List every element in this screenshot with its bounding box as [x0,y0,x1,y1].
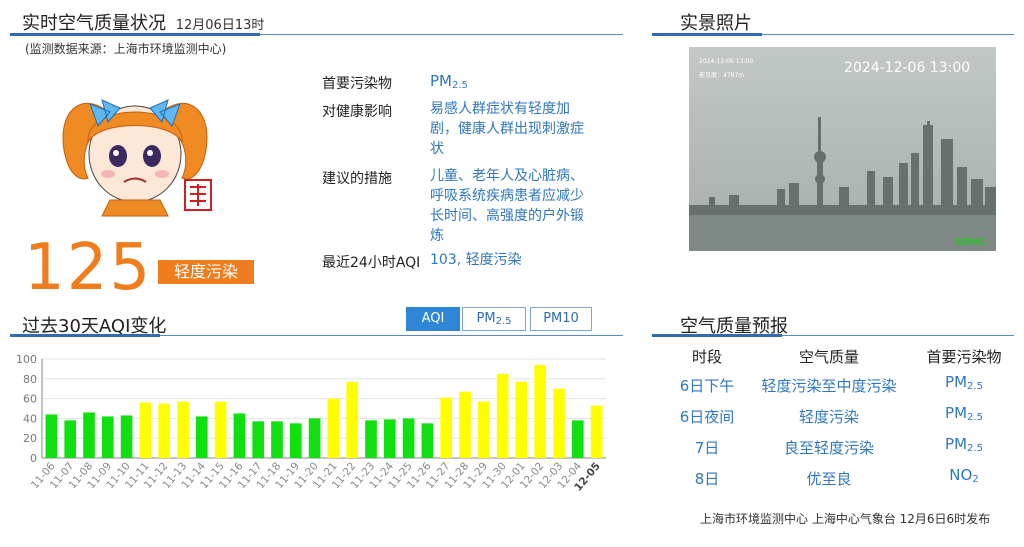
primary-pollutant-main: PM [430,72,452,90]
forecast-row-4-quality: 优至良 [806,470,852,488]
bar-11-29 [477,401,490,458]
bar-11-25 [402,418,415,458]
forecast-row-2-pollutant-main: PM [945,404,968,422]
photo-watermark: SEMC [955,237,986,248]
bar-11-19 [289,423,302,458]
bar-11-28 [459,391,471,458]
history-accent [10,334,160,337]
forecast-footer: 上海市环境监测中心 上海中心气象台 12月6日6时发布 [700,512,991,526]
forecast-row-1-pollutant-sub: 2.5 [967,381,983,392]
photo-accent [652,33,762,36]
forecast-header-quality: 空气质量 [798,348,859,366]
live-photo: 2024-12-06 13:00 能见度：4787m 2024-12-06 13… [689,47,996,251]
tab-pm25-sub: 2.5 [495,316,512,327]
forecast-row-2-quality: 轻度污染 [798,408,859,426]
photo-overlay-vis: 能见度：4787m [699,71,744,79]
bar-11-08 [83,412,95,458]
bar-11-26 [421,423,434,458]
bar-11-16 [233,413,246,458]
forecast-row-2-period: 6日夜间 [679,408,735,426]
forecast-header-period: 时段 [691,348,722,366]
aqi-value: 125 [24,231,153,305]
primary-pollutant-label: 首要污染物 [322,76,392,92]
forecast-row-4-pollutant: NO2 [914,466,1014,485]
bar-12-04 [571,420,584,458]
mascot-image [62,99,212,217]
forecast-row-3-pollutant-sub: 2.5 [967,443,983,454]
tab-pm10-sub: 10 [562,311,579,326]
tab-pm10[interactable]: PM10 [530,307,592,331]
forecast-row-3-pollutant: PM2.5 [914,435,1014,454]
aqi-level-badge: 轻度污染 [158,260,254,284]
bar-11-15 [214,401,227,458]
forecast-row-3-quality: 良至轻度污染 [783,439,874,457]
bar-12-02 [534,364,547,458]
bar-11-14 [195,416,208,458]
aqi-bar-chart: 02040608010011-0611-0711-0811-0911-1011-… [16,353,606,494]
health-text: 易感人群症状有轻度加剧，健康人群出现刺激症状 [430,101,584,157]
y-tick-label: 0 [30,452,37,465]
forecast-row-4-pollutant-sub: 2 [972,474,979,485]
photo-timestamp: 2024-12-06 13:00 [844,60,970,76]
forecast-accent [652,334,782,337]
y-tick-label: 100 [16,353,37,366]
realtime-title-text: 实时空气质量状况 [22,13,166,34]
data-source: (监测数据来源：上海市环境监测中心) [25,42,227,56]
advice-text: 儿童、老年人及心脏病、呼吸系统疾病患者应减少长时间、高强度的户外锻炼 [430,168,584,244]
forecast-row-1-quality: 轻度污染至中度污染 [761,377,897,395]
tab-pm10-main: PM [543,311,563,326]
photo-overlay-date: 2024-12-06 13:00 [699,58,753,65]
bar-11-13 [177,401,189,458]
bar-11-22 [346,381,359,458]
forecast-row-1-pollutant: PM2.5 [914,373,1014,392]
forecast-row-2-pollutant-sub: 2.5 [967,412,983,423]
forecast-row-1-pollutant-main: PM [945,373,968,391]
bar-11-18 [271,421,283,458]
forecast-header-pollutant: 首要污染物 [926,348,1002,366]
advice-label: 建议的措施 [322,171,392,187]
forecast-row-3-pollutant-main: PM [945,435,968,453]
bar-12-03 [553,388,565,458]
forecast-row-3-period: 7日 [694,439,720,457]
header-accent [10,33,260,36]
last24-value: 103, 轻度污染 [430,252,522,268]
bar-11-11 [139,402,152,458]
forecast-row-4-period: 8日 [694,470,720,488]
bar-12-05 [590,405,603,458]
bar-11-09 [101,416,114,458]
primary-pollutant-value: PM2.5 [430,71,468,96]
bar-11-12 [158,403,171,458]
bar-11-17 [252,421,265,458]
forecast-row-1-period: 6日下午 [679,377,735,395]
last24-label: 最近24小时AQI [322,255,421,271]
y-tick-label: 40 [23,412,37,425]
tab-aqi[interactable]: AQI [406,307,460,331]
forecast-row-2-pollutant: PM2.5 [914,404,1014,423]
y-tick-label: 20 [23,432,37,445]
tab-pm25-main: PM [476,311,496,326]
bar-11-10 [120,415,133,458]
realtime-title: 实时空气质量状况 12月06日13时 [22,9,264,35]
realtime-datetime: 12月06日13时 [175,18,265,33]
bar-11-06 [45,414,58,458]
bar-12-01 [515,381,528,458]
bar-11-07 [64,420,77,458]
tab-aqi-label: AQI [421,311,445,326]
tab-pm25[interactable]: PM2.5 [462,307,526,331]
photo-title: 实景照片 [680,13,752,34]
primary-pollutant-sub: 2.5 [452,80,468,91]
forecast-row-4-pollutant-main: NO [949,466,973,484]
health-label: 对健康影响 [322,104,392,120]
bar-11-27 [440,397,453,458]
bar-11-21 [327,398,340,458]
y-tick-label: 60 [23,393,37,406]
bar-11-23 [365,420,377,458]
bar-11-24 [383,419,396,458]
y-tick-label: 80 [23,373,37,386]
bar-11-30 [496,373,509,458]
bar-11-20 [308,418,321,458]
